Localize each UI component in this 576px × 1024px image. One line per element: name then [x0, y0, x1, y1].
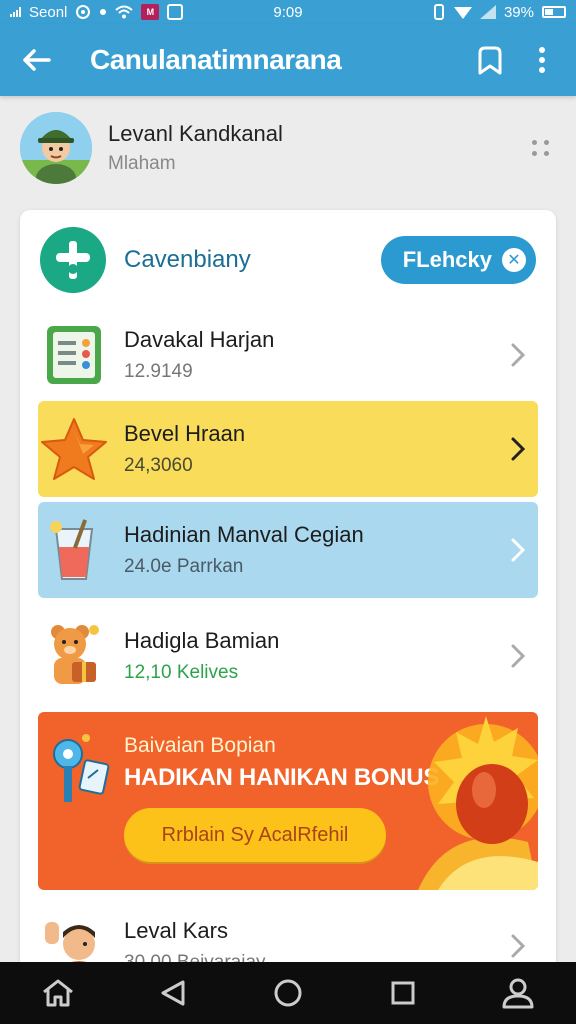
nav-home-button[interactable]: [30, 965, 86, 1021]
nav-recents-button[interactable]: [375, 965, 431, 1021]
profile-name: Levanl Kandkanal: [108, 121, 283, 146]
drink-glass-icon: [38, 514, 110, 586]
list-item[interactable]: Leval Kars 30.00 Beivarajay: [38, 900, 538, 970]
key-tag-icon: [53, 734, 110, 802]
character-avatar-icon: [38, 910, 110, 970]
item-subtitle: 24,3060: [124, 455, 193, 476]
bonus-promo-banner[interactable]: Baivaian Bopian HADIKAN HANIKAN BONUS Rr…: [38, 712, 538, 890]
star-icon: [38, 413, 110, 485]
profile-icon: [502, 978, 534, 1009]
page-title: Canulanatimnarana: [90, 44, 342, 75]
item-subtitle: 24.0e Parrkan: [124, 556, 244, 577]
chevron-right-icon: [498, 926, 538, 966]
item-title: Leval Kars: [124, 918, 228, 943]
profile-header[interactable]: Levanl Kandkanal Mlaham: [0, 96, 576, 200]
list-item[interactable]: Hadigla Bamian 12,10 Kelives: [38, 610, 538, 702]
avatar-illustration: [20, 112, 92, 184]
status-bar: Seonl M 9:09 39%: [0, 0, 576, 24]
item-title: Hadigla Bamian: [124, 628, 280, 653]
carrier-label: Seonl: [29, 3, 68, 21]
sunburst-fruit-icon: [418, 716, 538, 890]
nav-back-button[interactable]: [145, 965, 201, 1021]
item-title: Hadinian Manval Cegian: [124, 522, 364, 547]
notification-box-icon: [167, 4, 184, 20]
category-card: Cavenbiany FLehcky ✕ Davakal Harjan 12.9…: [20, 210, 556, 970]
card-header: Cavenbiany FLehcky ✕: [20, 210, 556, 310]
system-nav-bar: [0, 962, 576, 1024]
vibrate-icon: [433, 4, 444, 20]
close-icon[interactable]: ✕: [502, 248, 526, 272]
dot-icon: [100, 9, 107, 15]
card-title: Cavenbiany: [124, 246, 251, 273]
back-triangle-icon: [161, 980, 185, 1006]
more-vert-icon: [539, 47, 545, 73]
promo-cta-button[interactable]: Rrblain Sy AcalRfehil: [124, 808, 386, 862]
recents-square-icon: [391, 981, 415, 1005]
item-subtitle: 12.9149: [124, 361, 193, 382]
nav-home-circle-button[interactable]: [260, 965, 316, 1021]
item-subtitle: 12,10 Kelives: [124, 662, 239, 683]
chevron-right-icon: [498, 429, 538, 469]
cell-signal-icon: [479, 5, 496, 19]
wifi-icon: [115, 5, 134, 19]
home-icon: [42, 979, 73, 1007]
filter-chip[interactable]: FLehcky ✕: [380, 236, 536, 284]
promo-headline: HADIKAN HANIKAN BONUS: [124, 764, 440, 791]
home-circle-icon: [274, 979, 302, 1007]
battery-icon: [542, 6, 566, 18]
document-list-icon: [38, 319, 110, 391]
more-options-button[interactable]: [516, 24, 568, 96]
app-badge-icon: M: [141, 4, 160, 20]
chevron-right-icon: [498, 335, 538, 375]
bookmark-button[interactable]: [464, 24, 516, 96]
back-button[interactable]: [0, 24, 72, 96]
wifi-full-icon: [453, 7, 472, 19]
chevron-right-icon: [498, 530, 538, 570]
nav-profile-button[interactable]: [490, 965, 546, 1021]
item-title: Davakal Harjan: [124, 327, 275, 352]
battery-percent: 39%: [503, 3, 534, 21]
signal-icon: [10, 7, 21, 17]
bookmark-icon: [478, 46, 502, 75]
arrow-left-icon: [23, 49, 51, 71]
avatar: [20, 112, 92, 184]
filter-chip-label: FLehcky: [402, 247, 492, 272]
list-item[interactable]: Davakal Harjan 12.9149: [38, 310, 538, 400]
list-item-highlight[interactable]: Bevel Hraan 24,3060: [38, 401, 538, 497]
profile-subtitle: Mlaham: [108, 153, 176, 174]
category-logo-icon: [40, 227, 106, 293]
chevron-right-icon: [498, 636, 538, 676]
sync-icon: [76, 5, 91, 19]
bear-gift-icon: [38, 620, 110, 692]
promo-kicker: Baivaian Bopian: [124, 734, 276, 757]
app-bar: Canulanatimnarana: [0, 24, 576, 96]
list-item-selected[interactable]: Hadinian Manval Cegian 24.0e Parrkan: [38, 502, 538, 598]
item-title: Bevel Hraan: [124, 421, 246, 446]
drag-handle-icon[interactable]: [526, 133, 556, 163]
